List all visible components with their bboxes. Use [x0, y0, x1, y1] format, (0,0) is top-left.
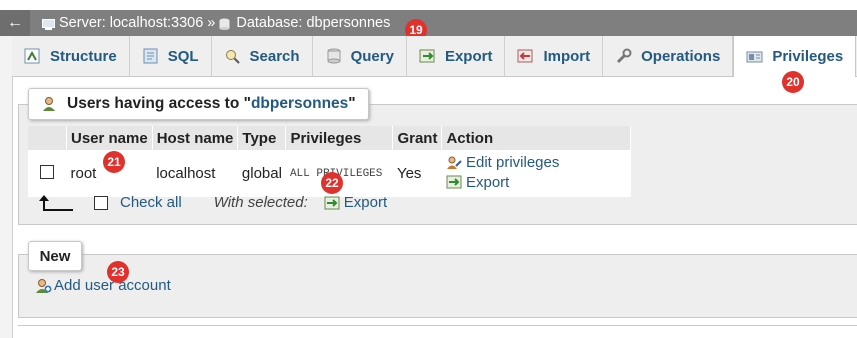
import-icon: [517, 48, 535, 64]
host-cell: localhost: [156, 165, 216, 182]
legend-db-name: dbpersonnes: [250, 95, 349, 112]
bulk-export-label[interactable]: Export: [344, 194, 387, 211]
tab-export[interactable]: Export: [407, 36, 506, 76]
breadcrumb-database-label[interactable]: Database: dbpersonnes: [236, 15, 390, 31]
export-icon: [419, 48, 437, 64]
tab-label[interactable]: Import: [543, 48, 590, 65]
export-icon: [446, 175, 462, 189]
row-export-link[interactable]: Export: [446, 174, 509, 191]
export-icon: [324, 196, 340, 210]
table-header-row: User name Host name Type Privileges Gran…: [28, 126, 632, 150]
search-icon: [224, 48, 242, 64]
breadcrumb-separator: »: [207, 15, 216, 31]
bulk-actions-row: Check all With selected: Export: [39, 194, 393, 211]
tab-label[interactable]: Structure: [50, 48, 117, 65]
row-checkbox[interactable]: [40, 164, 54, 179]
breadcrumb-database[interactable]: Database: dbpersonnes: [219, 15, 390, 31]
wrench-icon: [615, 48, 633, 64]
left-panel-edge: [0, 36, 13, 338]
edit-privileges-label[interactable]: Edit privileges: [466, 154, 559, 171]
column-header-user[interactable]: User name: [66, 126, 153, 150]
user-group-icon: [41, 96, 59, 112]
tab-label[interactable]: Query: [351, 48, 394, 65]
legend-suffix: ": [348, 95, 356, 112]
row-select-cell: [28, 150, 67, 197]
row-export-label[interactable]: Export: [466, 174, 509, 191]
column-header-grant[interactable]: Grant: [392, 126, 443, 150]
bulk-export-button[interactable]: Export: [324, 194, 387, 211]
annotation-badge: 21: [103, 151, 125, 173]
database-icon: [219, 18, 232, 30]
legend-prefix: Users having access to ": [67, 95, 251, 112]
tab-label[interactable]: SQL: [168, 48, 199, 65]
tab-label[interactable]: Search: [250, 48, 300, 65]
tab-label[interactable]: Operations: [641, 48, 720, 65]
add-user-icon: [34, 278, 52, 294]
query-icon: [325, 48, 343, 64]
users-legend: Users having access to " dbpersonnes ": [28, 88, 369, 120]
select-arrow-icon: [39, 194, 74, 211]
server-icon: [42, 18, 55, 30]
check-all-label[interactable]: Check all: [120, 194, 182, 211]
action-cell: Edit privileges Export: [442, 150, 631, 197]
column-header-privileges[interactable]: Privileges: [285, 126, 394, 150]
annotation-badge: 22: [321, 172, 343, 194]
tab-import[interactable]: Import: [505, 36, 604, 76]
back-arrow-icon[interactable]: ←: [0, 10, 30, 36]
with-selected-label: With selected:: [213, 194, 308, 211]
tab-structure[interactable]: Structure: [12, 36, 130, 76]
tab-sql[interactable]: SQL: [130, 36, 212, 76]
bottom-divider: [18, 325, 857, 326]
breadcrumb-server-label[interactable]: Server: localhost:3306: [59, 15, 203, 31]
privileges-icon: [746, 49, 764, 65]
type-cell: global: [241, 165, 282, 182]
edit-privileges-link[interactable]: Edit privileges: [446, 154, 559, 171]
add-user-account-link[interactable]: Add user account: [34, 277, 171, 294]
tab-search[interactable]: Search: [212, 36, 313, 76]
tab-query[interactable]: Query: [313, 36, 407, 76]
sql-icon: [142, 48, 160, 64]
tab-label[interactable]: Export: [445, 48, 493, 65]
edit-user-icon: [446, 156, 462, 170]
tab-label[interactable]: Privileges: [772, 48, 843, 65]
column-header-host[interactable]: Host name: [152, 126, 239, 150]
tab-bar: Structure SQL Search Query Export Import…: [12, 36, 857, 77]
grant-cell: Yes: [396, 165, 422, 182]
tab-operations[interactable]: Operations: [603, 36, 734, 76]
annotation-badge: 20: [782, 71, 804, 93]
column-header-action: Action: [441, 126, 632, 150]
breadcrumb: ← Server: localhost:3306 » Database: dbp…: [0, 10, 857, 36]
new-legend: New: [28, 241, 82, 271]
check-all-checkbox[interactable]: [94, 195, 108, 210]
column-header-type[interactable]: Type: [237, 126, 287, 150]
structure-icon: [24, 48, 42, 64]
breadcrumb-server[interactable]: Server: localhost:3306: [42, 15, 203, 31]
column-header-select: [28, 126, 67, 150]
annotation-badge: 23: [107, 261, 129, 283]
